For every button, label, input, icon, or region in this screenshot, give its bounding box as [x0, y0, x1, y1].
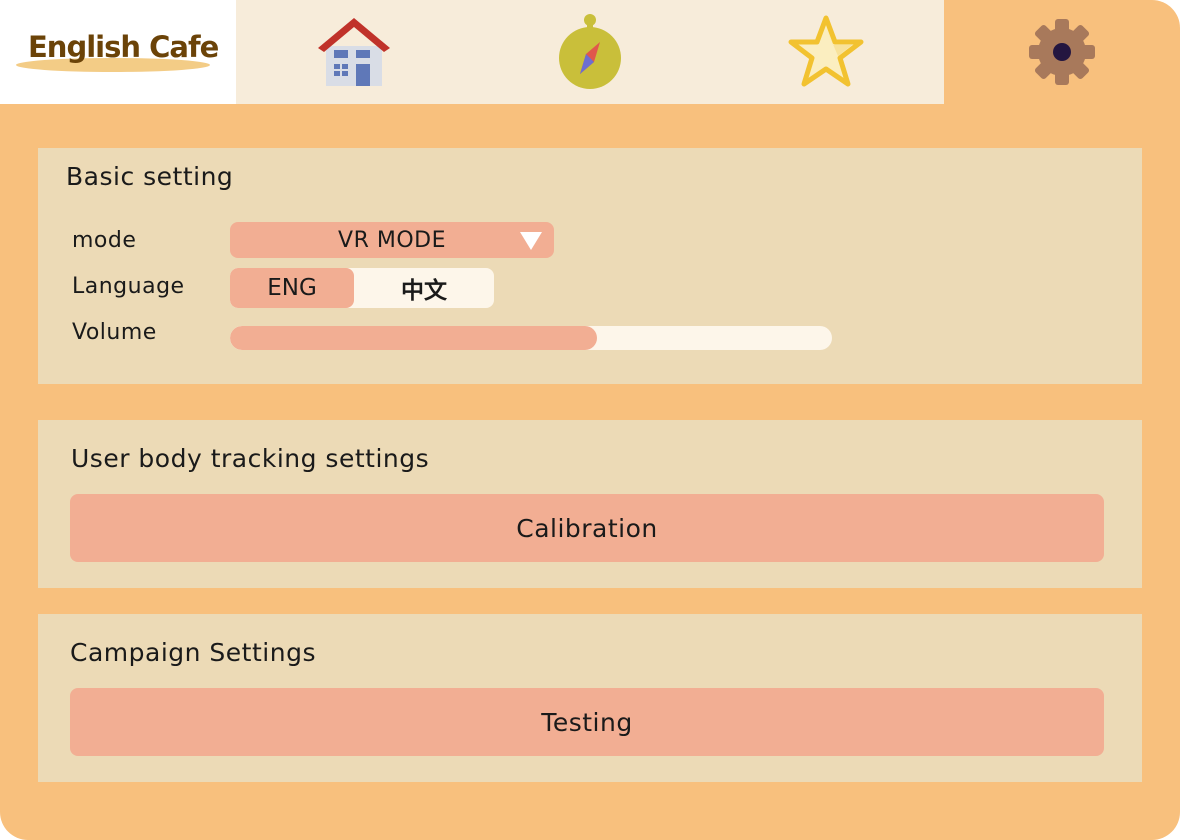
basic-setting-panel: Basic setting mode VR MODE Language ENG …: [38, 148, 1142, 384]
calibration-button[interactable]: Calibration: [70, 494, 1104, 562]
app-logo: English Cafe: [28, 30, 219, 64]
nav-favorites-button[interactable]: [708, 0, 944, 104]
language-label: Language: [72, 274, 185, 299]
tracking-title: User body tracking settings: [71, 444, 430, 473]
compass-icon: [559, 14, 621, 89]
gear-icon: [1029, 19, 1095, 85]
language-option-chinese[interactable]: 中文: [354, 268, 494, 308]
campaign-title: Campaign Settings: [70, 638, 316, 667]
volume-slider[interactable]: [230, 326, 832, 350]
home-icon: [318, 18, 390, 86]
mode-label: mode: [72, 228, 137, 253]
testing-button[interactable]: Testing: [70, 688, 1104, 756]
language-toggle: ENG 中文: [230, 268, 494, 308]
star-icon: [788, 15, 864, 87]
mode-value: VR MODE: [338, 228, 446, 253]
basic-setting-title: Basic setting: [66, 162, 234, 191]
volume-slider-fill: [230, 326, 598, 350]
tracking-panel: User body tracking settings Calibration: [38, 420, 1142, 588]
language-option-eng[interactable]: ENG: [230, 268, 354, 308]
nav-settings-button[interactable]: [944, 0, 1180, 104]
chevron-down-icon: [520, 232, 542, 250]
nav-explore-button[interactable]: [472, 0, 708, 104]
top-nav: [236, 0, 944, 104]
nav-home-button[interactable]: [236, 0, 472, 104]
settings-app: English Cafe Basic setting mode VR MODE …: [0, 0, 1180, 840]
campaign-panel: Campaign Settings Testing: [38, 614, 1142, 782]
volume-label: Volume: [72, 320, 157, 345]
mode-dropdown[interactable]: VR MODE: [230, 222, 554, 258]
logo-tab: English Cafe: [0, 0, 236, 104]
